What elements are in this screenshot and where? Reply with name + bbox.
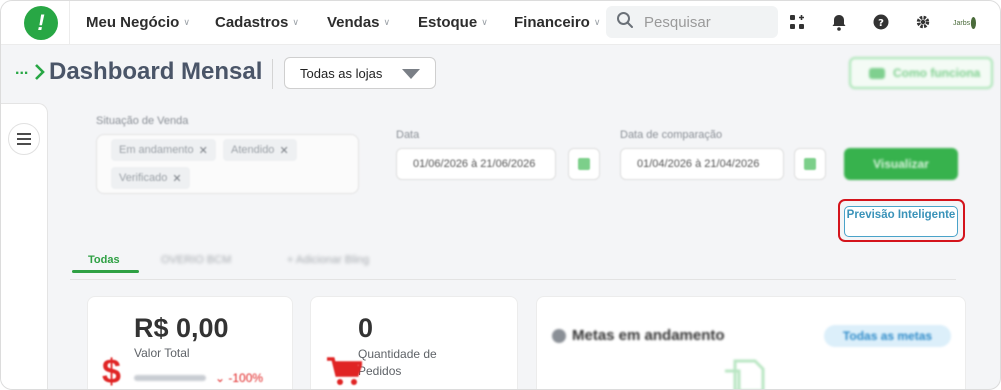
target-icon	[552, 328, 566, 343]
store-select-value: Todas as lojas	[300, 65, 383, 81]
brand-logo[interactable]: !	[24, 6, 58, 40]
chevron-down-icon: ∨	[183, 17, 190, 27]
previsao-inteligente-button[interactable]: Previsão Inteligente	[844, 206, 958, 237]
close-icon[interactable]: ✕	[199, 144, 208, 157]
calendar-icon	[804, 158, 816, 170]
all-goals-button[interactable]: Todas as metas	[824, 325, 951, 347]
orders-value: 0	[358, 313, 374, 343]
chip-label: Em andamento	[119, 144, 194, 156]
date-range-input[interactable]: 01/06/2026 à 21/06/2026	[396, 148, 556, 180]
date-label: Data	[396, 129, 420, 141]
status-chip: Verificado ✕	[111, 167, 190, 189]
comparison-bar	[134, 375, 206, 381]
caret-down-icon	[402, 69, 420, 79]
chip-label: Verificado	[119, 172, 168, 184]
chevron-down-icon: ∨	[383, 17, 391, 27]
status-chip: Em andamento ✕	[111, 139, 216, 161]
nav-label: Cadastros	[215, 14, 289, 31]
video-icon	[869, 67, 885, 79]
chip-label: Atendido	[231, 144, 275, 156]
trend-down-icon: ⌄	[215, 371, 229, 385]
page-title: Dashboard Mensal	[49, 58, 263, 85]
goals-title-label: Metas em andamento	[572, 327, 725, 344]
revenue-value: R$ 0,00	[134, 313, 229, 343]
nav-label: Estoque	[418, 14, 478, 31]
divider	[272, 59, 273, 89]
tab-divider	[70, 279, 956, 280]
compare-date-label: Data de comparação	[620, 129, 723, 141]
tab-add-bling[interactable]: + Adicionar Bling	[287, 254, 369, 266]
store-select[interactable]: Todas as lojas	[284, 57, 436, 89]
app-window: ! Meu Negócio ∨ Cadastros ∨ Vendas ∨ Est…	[0, 0, 1001, 390]
leaf-icon	[970, 16, 977, 30]
close-icon[interactable]: ✕	[279, 144, 288, 157]
nav-label: Financeiro	[514, 14, 590, 31]
status-filter[interactable]: Em andamento ✕ Atendido ✕ Verificado ✕	[96, 134, 359, 194]
status-chip: Atendido ✕	[223, 139, 297, 161]
hamburger-icon	[17, 133, 31, 145]
search-input[interactable]	[644, 13, 764, 31]
breadcrumb[interactable]: ...	[15, 61, 28, 79]
svg-text:?: ?	[878, 18, 884, 29]
nav-estoque[interactable]: Estoque ∨	[418, 14, 488, 31]
calendar-icon	[578, 158, 590, 170]
cart-icon	[326, 357, 364, 389]
nav-label: Vendas	[327, 14, 380, 31]
search-bar	[606, 6, 778, 38]
compare-date-input[interactable]: 01/04/2026 à 21/04/2026	[620, 148, 784, 180]
nav-meu-negocio[interactable]: Meu Negócio ∨	[86, 14, 190, 31]
gear-icon[interactable]	[914, 13, 932, 31]
goals-title: Metas em andamento	[552, 327, 725, 344]
trend-value: -100%	[228, 371, 264, 385]
calendar-button[interactable]	[794, 148, 826, 180]
tab-todas[interactable]: Todas	[88, 254, 120, 266]
tab-active-indicator	[72, 270, 139, 273]
menu-toggle-button[interactable]	[8, 123, 40, 155]
revenue-trend: ⌄ -100%	[215, 371, 263, 385]
calendar-button[interactable]	[568, 148, 600, 180]
nav-vendas[interactable]: Vendas ∨	[327, 14, 390, 31]
chevron-right-icon	[34, 63, 46, 86]
bell-icon[interactable]	[830, 13, 848, 31]
avatar[interactable]: Jarbs	[953, 12, 977, 34]
orders-label: Quantidade de Pedidos	[358, 347, 437, 378]
document-icon	[723, 357, 777, 389]
chevron-down-icon: ∨	[481, 17, 488, 27]
nav-financeiro[interactable]: Financeiro ∨	[514, 14, 600, 31]
chevron-down-icon: ∨	[593, 17, 601, 27]
top-navbar: ! Meu Negócio ∨ Cadastros ∨ Vendas ∨ Est…	[1, 1, 1000, 45]
nav-label: Meu Negócio	[86, 14, 180, 31]
nav-cadastros[interactable]: Cadastros ∨	[215, 14, 299, 31]
tab-store[interactable]: OVERIO BCM	[161, 254, 231, 266]
dollar-icon: $	[102, 353, 121, 390]
visualizar-button[interactable]: Visualizar	[844, 148, 958, 180]
close-icon[interactable]: ✕	[172, 172, 181, 185]
how-it-works-label: Como funciona	[893, 66, 981, 80]
apps-icon[interactable]	[788, 13, 806, 31]
search-icon	[616, 11, 634, 34]
how-it-works-button[interactable]: Como funciona	[849, 57, 993, 89]
revenue-label: Valor Total	[134, 346, 190, 360]
avatar-label: Jarbs	[953, 19, 971, 27]
divider	[69, 1, 70, 45]
chevron-down-icon: ∨	[292, 17, 299, 27]
status-filter-label: Situação de Venda	[96, 115, 189, 127]
help-icon[interactable]: ?	[872, 13, 890, 31]
